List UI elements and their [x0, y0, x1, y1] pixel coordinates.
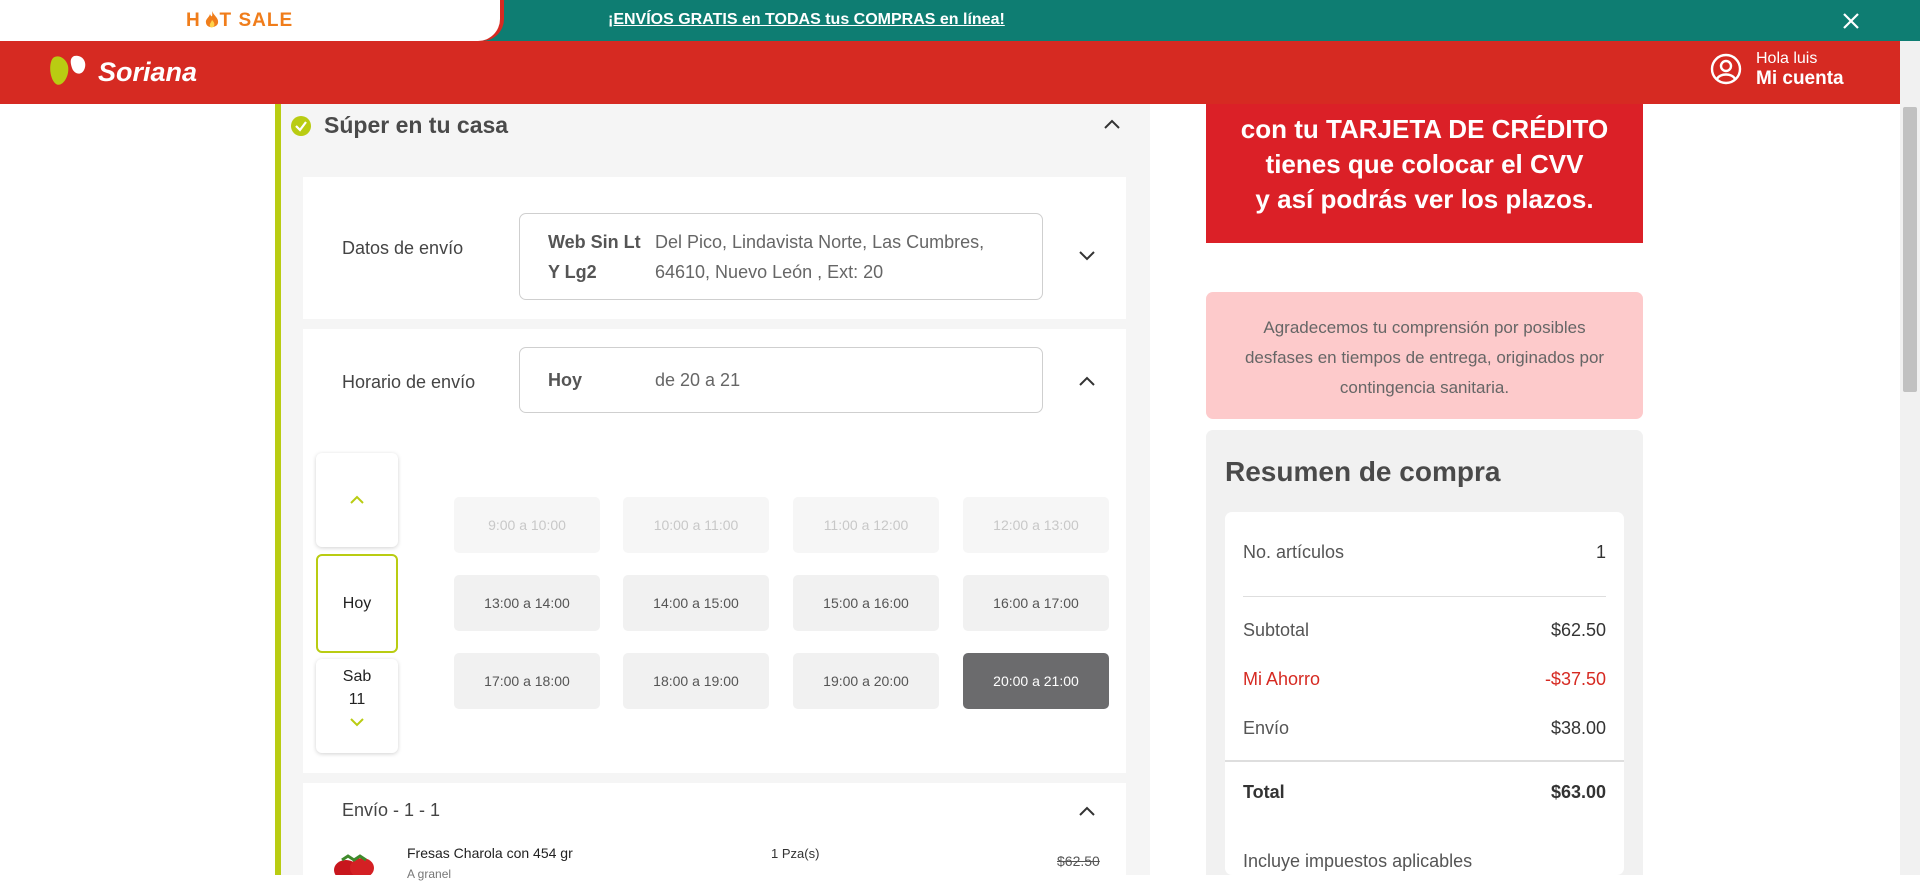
address-line1: Del Pico, Lindavista Norte, Las Cumbres,: [655, 232, 985, 252]
time-slot[interactable]: 14:00 a 15:00: [623, 575, 769, 631]
schedule-selected-range: de 20 a 21: [655, 370, 741, 390]
chevron-down-icon[interactable]: [1077, 248, 1097, 262]
promo-bar: H T SALE ¡ENVÍOS GRATIS en TODAS tus COM…: [0, 0, 1920, 41]
subtotal-label: Subtotal: [1243, 620, 1310, 640]
chevron-up-icon[interactable]: [1077, 804, 1097, 818]
summary-card: No. artículos 1 Subtotal $62.50 Mi Ahorr…: [1225, 512, 1624, 875]
banner-line: con tu TARJETA DE CRÉDITO: [1240, 114, 1609, 144]
hotsale-badge[interactable]: H T SALE: [0, 0, 500, 41]
chevron-up-icon[interactable]: [1077, 374, 1097, 388]
account-label: Mi cuenta: [1756, 68, 1844, 89]
time-slot[interactable]: 18:00 a 19:00: [623, 653, 769, 709]
credit-card-banner: con tu TARJETA DE CRÉDITO tienes que col…: [1206, 104, 1643, 243]
banner-line: tienes que colocar el CVV: [1265, 149, 1584, 179]
savings-value: -$37.50: [1544, 669, 1606, 689]
summary-items-row: No. artículos 1: [1243, 542, 1606, 563]
address-name-line2: Y Lg2: [548, 262, 597, 282]
product-name[interactable]: Fresas Charola con 454 gr: [407, 845, 573, 861]
chevron-up-icon[interactable]: [1102, 117, 1122, 131]
hotsale-label: H T SALE: [186, 10, 294, 31]
section-title-text: Súper en tu casa: [324, 112, 509, 138]
total-label: Total: [1243, 782, 1285, 802]
day-tile-sab-11[interactable]: Sab 11: [316, 659, 398, 753]
time-slot[interactable]: 13:00 a 14:00: [454, 575, 600, 631]
banner-line: y así podrás ver los plazos.: [1255, 184, 1594, 214]
product-original-price: $62.50: [1057, 853, 1100, 869]
summary-shipping-row: Envío $38.00: [1243, 718, 1606, 739]
schedule-selected-day: Hoy: [548, 370, 583, 390]
shipment-label: Envío - 1 - 1: [342, 800, 441, 820]
items-label: No. artículos: [1243, 542, 1345, 562]
time-slot[interactable]: 16:00 a 17:00: [963, 575, 1109, 631]
product-quantity: 1 Pza(s): [771, 846, 820, 861]
shipment-card: Envío - 1 - 1: [303, 783, 1126, 875]
day-scroll-up-button[interactable]: [316, 453, 398, 547]
shipping-label: Datos de envío: [342, 238, 464, 258]
day-tile-label: Hoy: [342, 594, 372, 612]
address-name-line1: Web Sin Lt: [548, 232, 641, 252]
summary-divider: [1243, 596, 1606, 597]
schedule-card: Horario de envío Hoy de 20 a 21: [303, 329, 1126, 433]
close-icon[interactable]: [1840, 10, 1862, 32]
address-selector[interactable]: Web Sin Lt Y Lg2 Del Pico, Lindavista No…: [519, 213, 1043, 300]
savings-label: Mi Ahorro: [1243, 669, 1321, 689]
schedule-selector[interactable]: Hoy de 20 a 21: [519, 347, 1043, 413]
time-slot: 9:00 a 10:00: [454, 497, 600, 553]
day-tile-label: Sab: [342, 668, 372, 685]
address-line2: 64610, Nuevo León , Ext: 20: [655, 262, 884, 282]
time-slot: 12:00 a 13:00: [963, 497, 1109, 553]
time-slot[interactable]: 19:00 a 20:00: [793, 653, 939, 709]
section-title: Súper en tu casa: [290, 112, 508, 139]
account-menu[interactable]: Hola luis Mi cuenta: [1710, 49, 1844, 89]
brand-name: Soriana: [98, 56, 198, 87]
time-slot-selected[interactable]: 20:00 a 21:00: [963, 653, 1109, 709]
shipping-cost-label: Envío: [1243, 718, 1290, 738]
day-tile-today[interactable]: Hoy: [316, 554, 398, 653]
soriana-logo[interactable]: Soriana: [48, 49, 197, 95]
total-value: $63.00: [1550, 782, 1606, 802]
product-image: [334, 854, 374, 875]
shipping-cost-value: $38.00: [1550, 718, 1606, 738]
time-slot: 10:00 a 11:00: [623, 497, 769, 553]
shipping-data-card: Datos de envío Web Sin Lt Y Lg2 Del Pico…: [303, 177, 1126, 319]
order-summary: Resumen de compra No. artículos 1 Subtot…: [1206, 430, 1643, 875]
chevron-down-icon[interactable]: [348, 716, 366, 728]
user-icon: [1710, 53, 1742, 85]
taxes-note: Incluye impuestos aplicables: [1243, 851, 1473, 871]
summary-title: Resumen de compra: [1225, 456, 1501, 487]
scrollbar-thumb[interactable]: [1903, 107, 1917, 392]
chevron-up-icon: [350, 495, 364, 504]
promo-message[interactable]: ¡ENVÍOS GRATIS en TODAS tus COMPRAS en l…: [608, 11, 1005, 29]
summary-total-row: Total $63.00: [1243, 782, 1606, 803]
summary-savings-row: Mi Ahorro -$37.50: [1243, 669, 1606, 690]
delivery-notice: Agradecemos tu comprensión por posibles …: [1206, 292, 1643, 419]
summary-divider: [1225, 760, 1624, 762]
summary-subtotal-row: Subtotal $62.50: [1243, 620, 1606, 641]
site-header: Soriana Hola luis Mi cuenta: [0, 41, 1900, 104]
summary-taxes-note: Incluye impuestos aplicables: [1243, 851, 1606, 872]
time-slot[interactable]: 15:00 a 16:00: [793, 575, 939, 631]
day-tile-date: 11: [348, 691, 366, 708]
flame-icon: [205, 11, 219, 28]
logo-mark-icon: [50, 55, 86, 85]
schedule-label: Horario de envío: [342, 372, 476, 392]
check-circle-icon: [291, 115, 311, 136]
time-slot: 11:00 a 12:00: [793, 497, 939, 553]
account-greeting: Hola luis: [1756, 50, 1818, 67]
page-scrollbar[interactable]: [1900, 41, 1920, 875]
items-value: 1: [1595, 542, 1606, 562]
time-slot[interactable]: 17:00 a 18:00: [454, 653, 600, 709]
subtotal-value: $62.50: [1550, 620, 1606, 640]
product-subtitle: A granel: [407, 867, 452, 881]
